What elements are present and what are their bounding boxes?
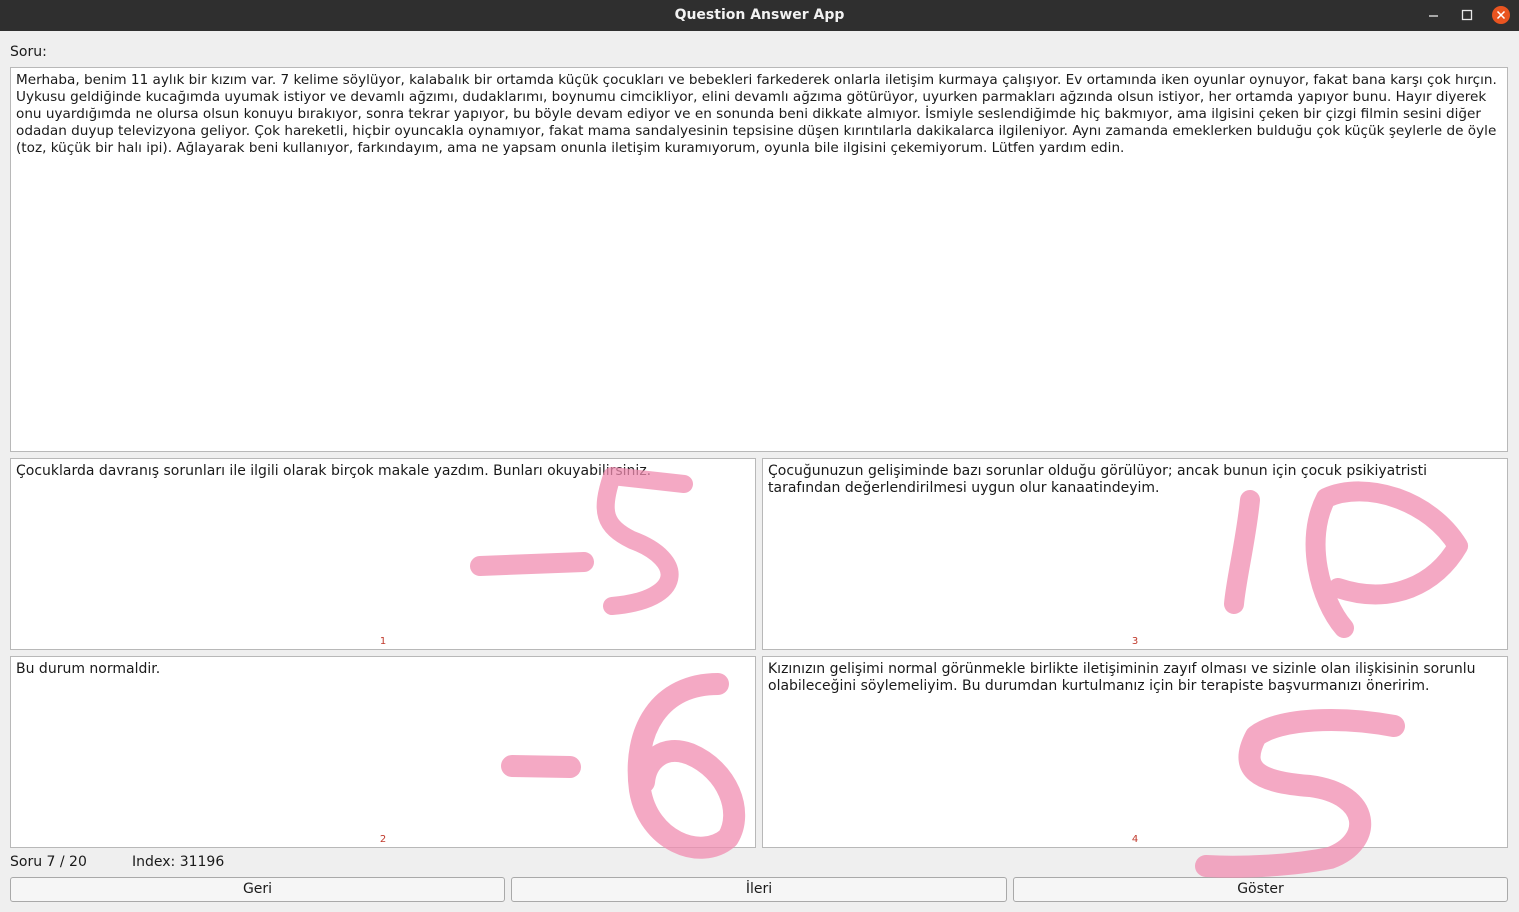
window-title: Question Answer App xyxy=(674,7,845,23)
index-label: Index: 31196 xyxy=(132,854,225,870)
answer-text-2: Bu durum normaldir. xyxy=(16,661,161,677)
answer-box-2[interactable]: Bu durum normaldir. 2 xyxy=(10,656,756,848)
answer-number-1: 1 xyxy=(379,636,387,647)
answer-box-3[interactable]: Çocuğunuzun gelişiminde bazı sorunlar ol… xyxy=(762,458,1508,650)
back-button[interactable]: Geri xyxy=(10,877,505,902)
question-progress: Soru 7 / 20 xyxy=(10,854,87,870)
answer-number-2: 2 xyxy=(379,834,387,845)
question-text-area[interactable]: Merhaba, benim 11 aylık bir kızım var. 7… xyxy=(10,67,1508,452)
answer-box-4[interactable]: Kızınızın gelişimi normal görünmekle bir… xyxy=(762,656,1508,848)
next-button[interactable]: İleri xyxy=(511,877,1007,902)
answer-text-1: Çocuklarda davranış sorunları ile ilgili… xyxy=(16,463,652,479)
show-button[interactable]: Göster xyxy=(1013,877,1508,902)
answer-text-4: Kızınızın gelişimi normal görünmekle bir… xyxy=(768,661,1480,694)
answer-number-4: 4 xyxy=(1131,834,1139,845)
maximize-icon[interactable] xyxy=(1457,5,1477,25)
close-icon[interactable] xyxy=(1491,5,1511,25)
question-label: Soru: xyxy=(10,44,47,60)
answer-box-1[interactable]: Çocuklarda davranış sorunları ile ilgili… xyxy=(10,458,756,650)
minimize-icon[interactable] xyxy=(1424,5,1444,25)
title-bar: Question Answer App xyxy=(0,0,1519,31)
question-text: Merhaba, benim 11 aylık bir kızım var. 7… xyxy=(16,72,1502,156)
answer-number-3: 3 xyxy=(1131,636,1139,647)
answer-text-3: Çocuğunuzun gelişiminde bazı sorunlar ol… xyxy=(768,463,1432,496)
